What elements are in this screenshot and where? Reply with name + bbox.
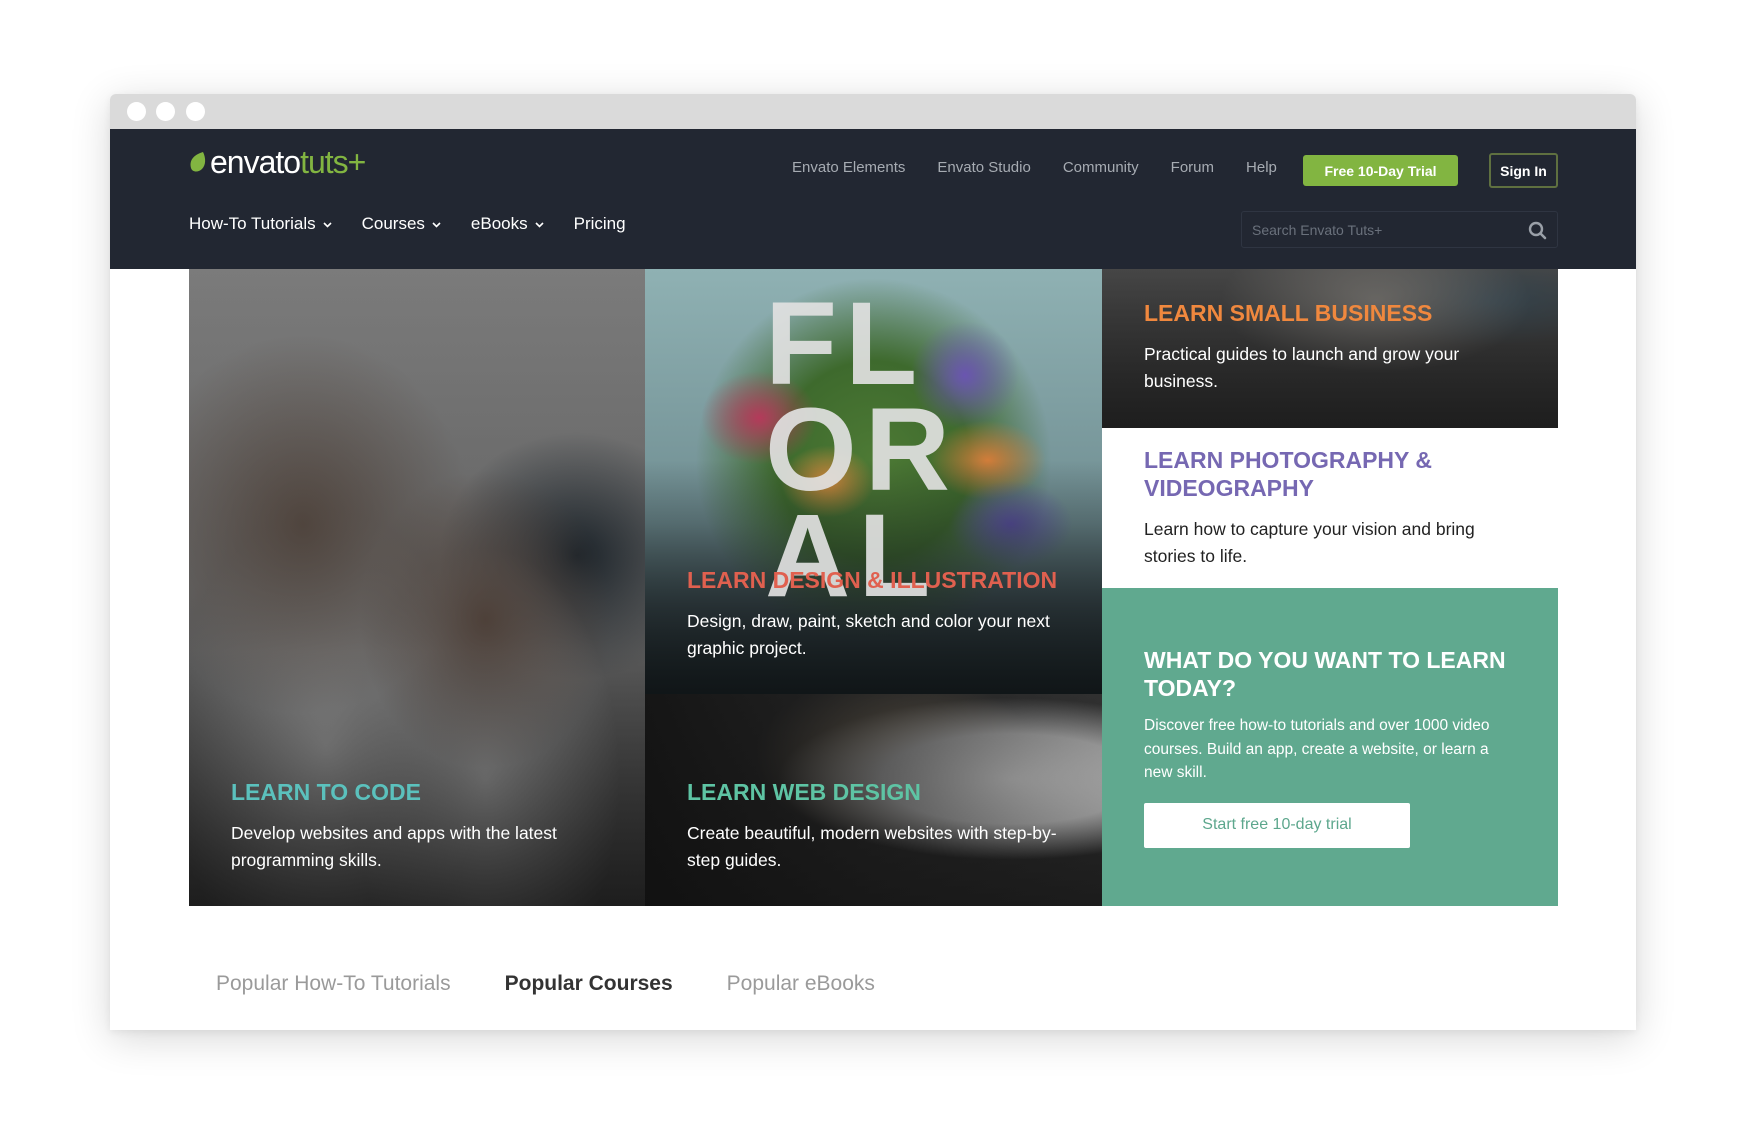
logo-tuts-text: tuts+	[300, 143, 366, 180]
window-minimize-button[interactable]	[156, 102, 175, 121]
tile-content: LEARN TO CODE Develop websites and apps …	[231, 778, 605, 874]
top-link-envato-studio[interactable]: Envato Studio	[937, 159, 1030, 176]
tile-title: LEARN TO CODE	[231, 779, 421, 805]
nav-item-courses[interactable]: Courses	[362, 214, 441, 234]
chevron-down-icon	[323, 222, 332, 228]
tile-content: LEARN PHOTOGRAPHY & VIDEOGRAPHY Learn ho…	[1144, 446, 1518, 570]
start-free-trial-button[interactable]: Start free 10-day trial	[1144, 802, 1410, 848]
sign-in-button[interactable]: Sign In	[1489, 153, 1558, 188]
top-link-help[interactable]: Help	[1246, 159, 1277, 176]
nav-item-pricing[interactable]: Pricing	[574, 214, 626, 234]
window-titlebar	[110, 94, 1636, 129]
top-link-community[interactable]: Community	[1063, 159, 1139, 176]
tile-description: Create beautiful, modern websites with s…	[687, 823, 1057, 870]
tile-learn-design-illustration[interactable]: FL OR AL LEARN DESIGN & ILLUSTRATION Desig…	[645, 269, 1102, 694]
tile-description: Design, draw, paint, sketch and color yo…	[687, 611, 1050, 658]
tile-content: LEARN SMALL BUSINESS Practical guides to…	[1144, 299, 1518, 395]
nav-item-label: Courses	[361, 214, 425, 233]
tile-description: Develop websites and apps with the lates…	[231, 823, 557, 870]
cta-description: Discover free how-to tutorials and over …	[1144, 717, 1490, 781]
tile-content: LEARN WEB DESIGN Create beautiful, moder…	[687, 778, 1062, 874]
main-nav: How-To Tutorials Courses eBooks Pricing	[189, 214, 656, 234]
nav-item-label: eBooks	[470, 214, 528, 233]
envato-leaf-icon	[190, 152, 206, 172]
tile-description: Learn how to capture your vision and bri…	[1144, 519, 1475, 566]
window-close-button[interactable]	[127, 102, 146, 121]
cta-panel: WHAT DO YOU WANT TO LEARN TODAY? Discove…	[1102, 588, 1558, 906]
nav-item-label: How-To Tutorials	[189, 214, 316, 233]
chevron-down-icon	[432, 222, 441, 228]
tile-description: Practical guides to launch and grow your…	[1144, 344, 1460, 391]
top-link-forum[interactable]: Forum	[1171, 159, 1214, 176]
tile-content: WHAT DO YOU WANT TO LEARN TODAY? Discove…	[1144, 646, 1518, 848]
site-logo[interactable]: envato tuts+	[189, 142, 366, 182]
nav-item-ebooks[interactable]: eBooks	[471, 214, 544, 234]
tile-learn-photography-videography[interactable]: LEARN PHOTOGRAPHY & VIDEOGRAPHY Learn ho…	[1102, 428, 1558, 588]
tile-learn-small-business[interactable]: LEARN SMALL BUSINESS Practical guides to…	[1102, 269, 1558, 428]
chevron-down-icon	[535, 222, 544, 228]
search-input[interactable]	[1242, 212, 1557, 247]
tab-popular-ebooks[interactable]: Popular eBooks	[727, 972, 875, 996]
nav-item-how-to-tutorials[interactable]: How-To Tutorials	[189, 214, 332, 234]
search-icon[interactable]	[1528, 221, 1547, 240]
popular-tabs: Popular How-To Tutorials Popular Courses…	[216, 972, 929, 996]
tile-title: LEARN WEB DESIGN	[687, 779, 921, 805]
floral-image-text: FL OR AL	[765, 278, 958, 622]
site-header: envato tuts+ Envato Elements Envato Stud…	[110, 129, 1636, 269]
category-grid: LEARN TO CODE Develop websites and apps …	[189, 269, 1558, 906]
tile-title: LEARN DESIGN & ILLUSTRATION	[687, 567, 1058, 593]
top-link-envato-elements[interactable]: Envato Elements	[792, 159, 905, 176]
browser-window: envato tuts+ Envato Elements Envato Stud…	[110, 94, 1636, 1030]
tile-learn-web-design[interactable]: LEARN WEB DESIGN Create beautiful, moder…	[645, 694, 1102, 906]
top-links: Envato Elements Envato Studio Community …	[792, 159, 1309, 176]
tab-popular-courses[interactable]: Popular Courses	[505, 972, 673, 996]
window-maximize-button[interactable]	[186, 102, 205, 121]
tile-content: LEARN DESIGN & ILLUSTRATION Design, draw…	[687, 566, 1062, 662]
tile-title: LEARN PHOTOGRAPHY & VIDEOGRAPHY	[1144, 447, 1432, 501]
nav-item-label: Pricing	[573, 214, 626, 233]
tile-learn-to-code[interactable]: LEARN TO CODE Develop websites and apps …	[189, 269, 645, 906]
search-box	[1241, 211, 1558, 248]
tile-title: LEARN SMALL BUSINESS	[1144, 300, 1433, 326]
cta-title: WHAT DO YOU WANT TO LEARN TODAY?	[1144, 647, 1506, 701]
tab-popular-how-to-tutorials[interactable]: Popular How-To Tutorials	[216, 972, 451, 996]
logo-envato-text: envato	[210, 143, 301, 180]
free-trial-button[interactable]: Free 10-Day Trial	[1303, 155, 1458, 186]
